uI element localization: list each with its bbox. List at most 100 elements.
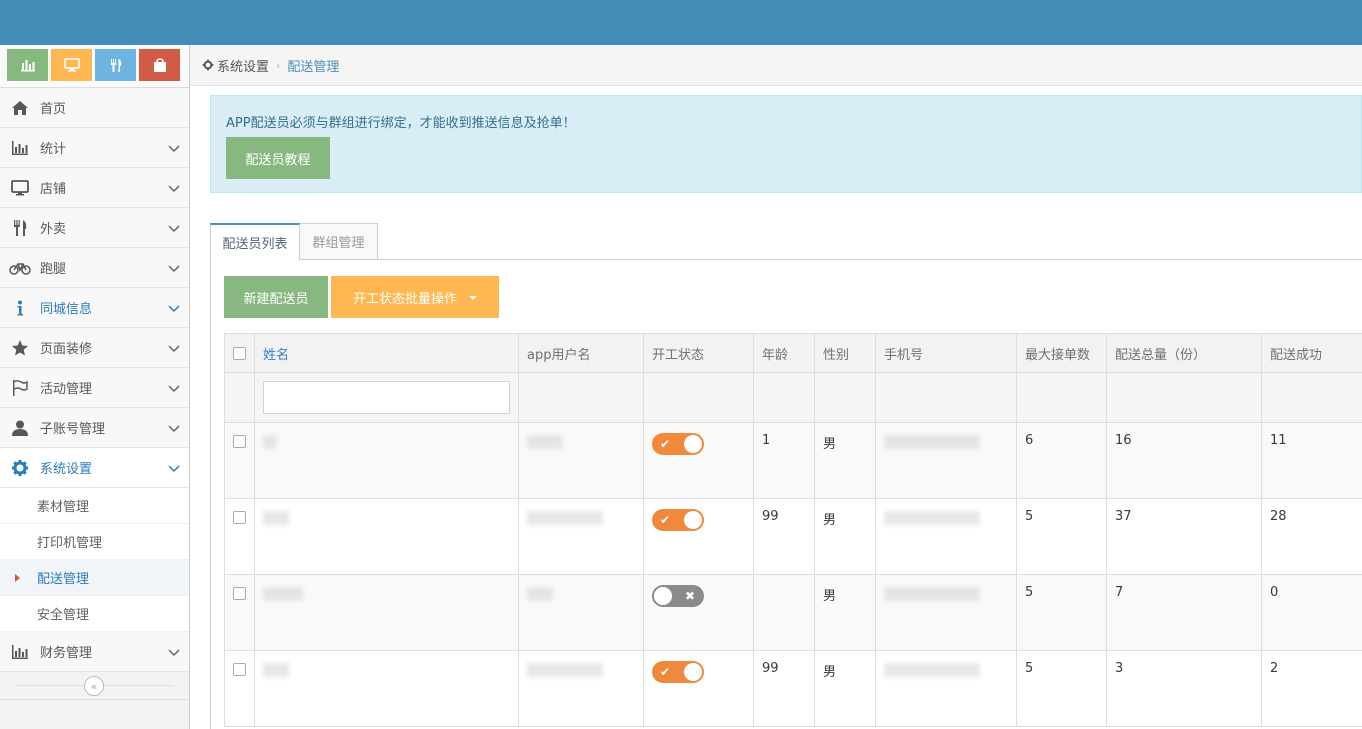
- row-select-cell: [224, 422, 255, 499]
- breadcrumb-current: 配送管理: [287, 59, 340, 75]
- sidebar-item-label: 同城信息: [40, 302, 93, 317]
- gender-cell: 男: [814, 498, 876, 575]
- shortcut-stats-button[interactable]: [7, 49, 48, 81]
- check-icon: ✔: [660, 513, 671, 527]
- chevron-down-icon: [159, 182, 189, 194]
- batch-status-label: 开工状态批量操作: [352, 291, 457, 307]
- table-row[interactable]: ✖ 男 5 7 0: [224, 574, 1362, 651]
- toggle-knob: [654, 587, 672, 605]
- redacted-username: [527, 435, 563, 449]
- add-courier-label: 新建配送员: [243, 291, 309, 307]
- column-header-working-status[interactable]: 开工状态: [643, 333, 754, 373]
- table-row[interactable]: ✔ 99 男 5 3 2: [224, 650, 1362, 727]
- table-header-row: 姓名 app用户名 开工状态 年龄 性别 手机号 最大接单数 配送总量（份） 配…: [224, 333, 1362, 373]
- cog-icon: [202, 59, 214, 71]
- phone-cell: [875, 498, 1017, 575]
- success-cell: 0: [1261, 574, 1362, 651]
- filter-cell: [875, 372, 1017, 423]
- shortcut-takeout-button[interactable]: [95, 49, 136, 81]
- column-header-app-username[interactable]: app用户名: [518, 333, 644, 373]
- sidebar-collapse-bar: «: [0, 672, 189, 700]
- name-cell: [254, 650, 519, 727]
- sidebar-item-label: 统计: [40, 142, 67, 157]
- total-deliveries-cell: 16: [1106, 422, 1262, 499]
- working-status-toggle[interactable]: ✔: [652, 661, 704, 683]
- filter-cell: [643, 372, 754, 423]
- chevron-down-icon: [159, 342, 189, 354]
- success-cell: 2: [1261, 650, 1362, 727]
- column-header-max-orders[interactable]: 最大接单数: [1016, 333, 1107, 373]
- column-header-gender[interactable]: 性别: [814, 333, 876, 373]
- column-header-total-deliveries[interactable]: 配送总量（份）: [1106, 333, 1262, 373]
- filter-cell: [254, 372, 519, 423]
- sidebar-item-takeout[interactable]: 外卖: [0, 208, 189, 248]
- redacted-username: [527, 663, 603, 677]
- working-status-toggle[interactable]: ✔: [652, 433, 704, 455]
- breadcrumb-home-label: 系统设置: [217, 59, 270, 75]
- select-all-checkbox[interactable]: [233, 346, 246, 360]
- redacted-name: [263, 587, 303, 601]
- name-cell: [254, 574, 519, 651]
- sidebar-item-city-info[interactable]: 同城信息: [0, 288, 189, 328]
- sidebar-subitem-delivery[interactable]: 配送管理: [0, 560, 189, 596]
- name-filter-input[interactable]: [263, 381, 510, 414]
- row-select-cell: [224, 498, 255, 575]
- sidebar-item-home[interactable]: 首页: [0, 88, 189, 128]
- add-courier-button[interactable]: 新建配送员: [224, 276, 328, 318]
- column-header-phone[interactable]: 手机号: [875, 333, 1017, 373]
- sidebar-item-stats[interactable]: 统计: [0, 128, 189, 168]
- column-header-age[interactable]: 年龄: [753, 333, 815, 373]
- row-checkbox[interactable]: [233, 587, 246, 600]
- collapse-sidebar-button[interactable]: «: [84, 676, 104, 696]
- user-icon: [0, 419, 40, 437]
- working-status-toggle[interactable]: ✖: [652, 585, 704, 607]
- sidebar-item-label: 子账号管理: [40, 422, 106, 437]
- shortcut-shop-button[interactable]: [51, 49, 92, 81]
- max-orders-cell: 5: [1016, 498, 1107, 575]
- close-icon: ✖: [684, 589, 695, 603]
- table-row[interactable]: ✔ 1 男 6 16 11: [224, 422, 1362, 499]
- sidebar-subitem-materials[interactable]: 素材管理: [0, 488, 189, 524]
- row-checkbox[interactable]: [233, 435, 246, 448]
- sidebar-item-sub-accounts[interactable]: 子账号管理: [0, 408, 189, 448]
- sidebar-item-errand[interactable]: 跑腿: [0, 248, 189, 288]
- app-username-cell: [518, 650, 644, 727]
- gender-cell: 男: [814, 422, 876, 499]
- tab-courier-list[interactable]: 配送员列表: [210, 223, 300, 261]
- sidebar-item-label: 系统设置: [40, 462, 93, 477]
- tab-group-management[interactable]: 群组管理: [300, 223, 378, 260]
- shortcut-shopping-button[interactable]: [139, 49, 180, 81]
- sidebar-item-label: 店铺: [40, 182, 67, 197]
- breadcrumb-home[interactable]: 系统设置: [202, 56, 269, 75]
- batch-status-dropdown-button[interactable]: 开工状态批量操作: [331, 276, 499, 318]
- sidebar-subitem-security[interactable]: 安全管理: [0, 596, 189, 632]
- age-cell: 99: [753, 498, 815, 575]
- max-orders-cell: 6: [1016, 422, 1107, 499]
- shopping-bag-icon: [153, 58, 166, 72]
- sidebar-item-page-decoration[interactable]: 页面装修: [0, 328, 189, 368]
- redacted-username: [527, 511, 603, 525]
- toggle-knob: [684, 435, 702, 453]
- courier-tutorial-button[interactable]: 配送员教程: [226, 137, 330, 179]
- sidebar-item-shop[interactable]: 店铺: [0, 168, 189, 208]
- alert-message: APP配送员必须与群组进行绑定，才能收到推送信息及抢单！: [226, 116, 576, 131]
- sidebar-item-activities[interactable]: 活动管理: [0, 368, 189, 408]
- sidebar-subitem-label: 配送管理: [37, 572, 90, 587]
- column-header-success[interactable]: 配送成功: [1261, 333, 1362, 373]
- column-header-name[interactable]: 姓名: [254, 333, 519, 373]
- redacted-name: [263, 511, 289, 525]
- breadcrumb-separator: ›: [276, 58, 281, 72]
- filter-cell: [224, 372, 255, 423]
- app-username-cell: [518, 498, 644, 575]
- working-status-toggle[interactable]: ✔: [652, 509, 704, 531]
- table-row[interactable]: ✔ 99 男 5 37 28: [224, 498, 1362, 575]
- sidebar-item-system-settings[interactable]: 系统设置: [0, 448, 189, 488]
- age-cell: 99: [753, 650, 815, 727]
- sidebar-item-finance[interactable]: 财务管理: [0, 632, 189, 672]
- sidebar-subitem-label: 打印机管理: [37, 536, 103, 551]
- row-checkbox[interactable]: [233, 663, 246, 676]
- star-icon: [0, 339, 40, 357]
- phone-cell: [875, 574, 1017, 651]
- row-checkbox[interactable]: [233, 511, 246, 524]
- sidebar-subitem-printers[interactable]: 打印机管理: [0, 524, 189, 560]
